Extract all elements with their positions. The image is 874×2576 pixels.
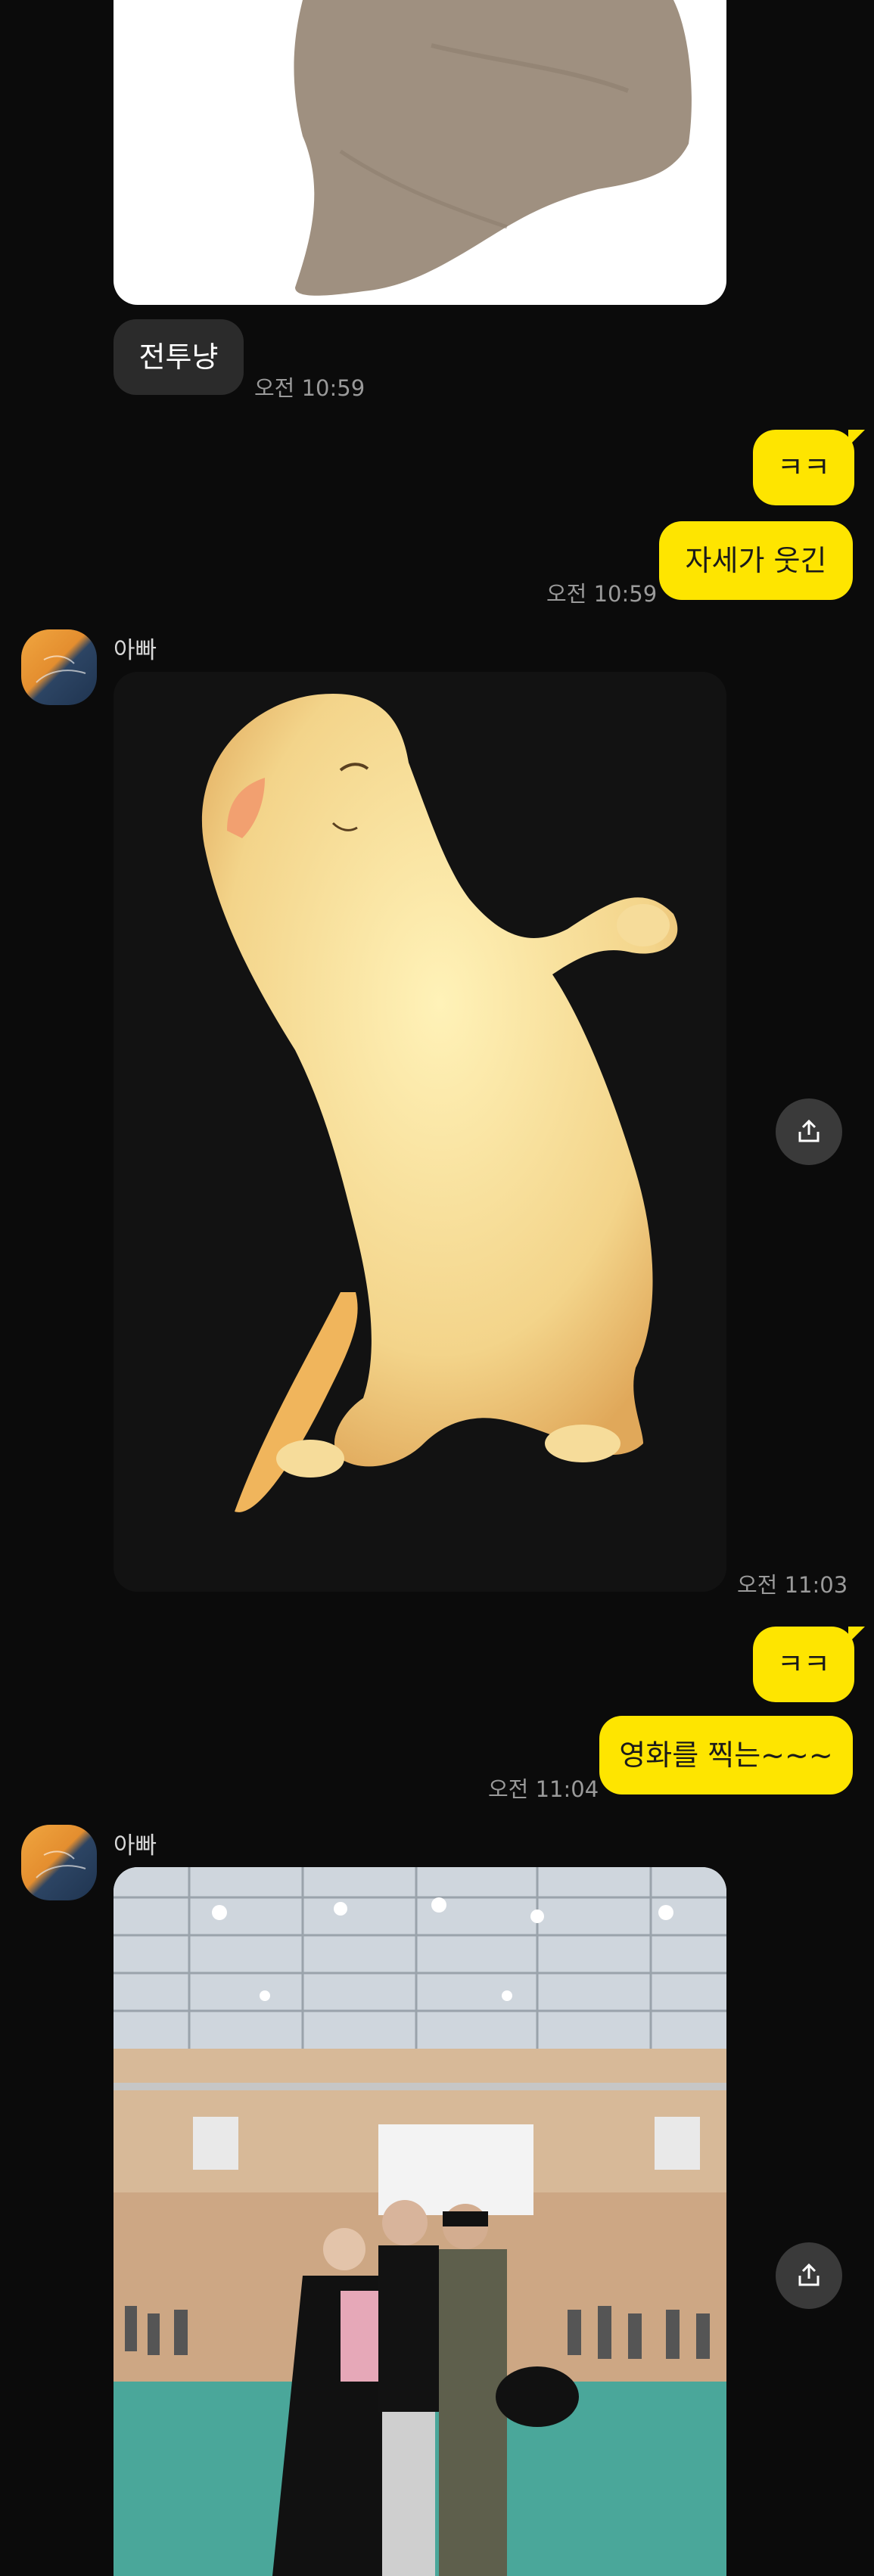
message-text: 전투냥 <box>138 340 219 374</box>
message-timestamp: 오전 10:59 <box>254 375 365 401</box>
message-timestamp: 오전 11:04 <box>488 1776 599 1802</box>
share-button[interactable] <box>776 2242 842 2309</box>
bubble-tail <box>848 1627 865 1643</box>
message-text: 영화를 찍는~~~ <box>619 1739 833 1772</box>
message-text: 자세가 웃긴 <box>685 544 827 577</box>
outgoing-message[interactable]: 자세가 웃긴 <box>659 521 853 600</box>
outgoing-message[interactable]: ㅋㅋ <box>753 1627 865 1702</box>
image-message-3[interactable] <box>114 1867 726 2576</box>
outgoing-message[interactable]: ㅋㅋ <box>753 430 865 505</box>
message-timestamp: 오전 10:59 <box>546 581 658 607</box>
avatar-image <box>36 655 86 683</box>
share-icon <box>798 2263 820 2286</box>
image-message-1[interactable] <box>114 0 726 305</box>
avatar[interactable] <box>21 629 97 705</box>
avatar[interactable] <box>21 1825 97 1900</box>
message-timestamp: 오전 11:03 <box>737 1572 848 1598</box>
outgoing-message[interactable]: 영화를 찍는~~~ <box>599 1716 853 1794</box>
sender-name: 아빠 <box>114 637 157 664</box>
image-message-2[interactable] <box>114 672 726 1592</box>
bubble-tail <box>848 430 865 446</box>
share-button[interactable] <box>776 1098 842 1165</box>
cat-drawing <box>201 693 678 1512</box>
avatar-image <box>36 1850 86 1878</box>
message-text: ㅋㅋ <box>777 451 830 484</box>
message-text: ㅋㅋ <box>777 1648 830 1681</box>
cat-photo-1 <box>294 0 692 296</box>
group-photo <box>114 1867 726 2576</box>
sender-name: 아빠 <box>114 1832 157 1860</box>
incoming-message[interactable]: 전투냥 <box>114 319 244 395</box>
share-icon <box>798 1119 820 1142</box>
